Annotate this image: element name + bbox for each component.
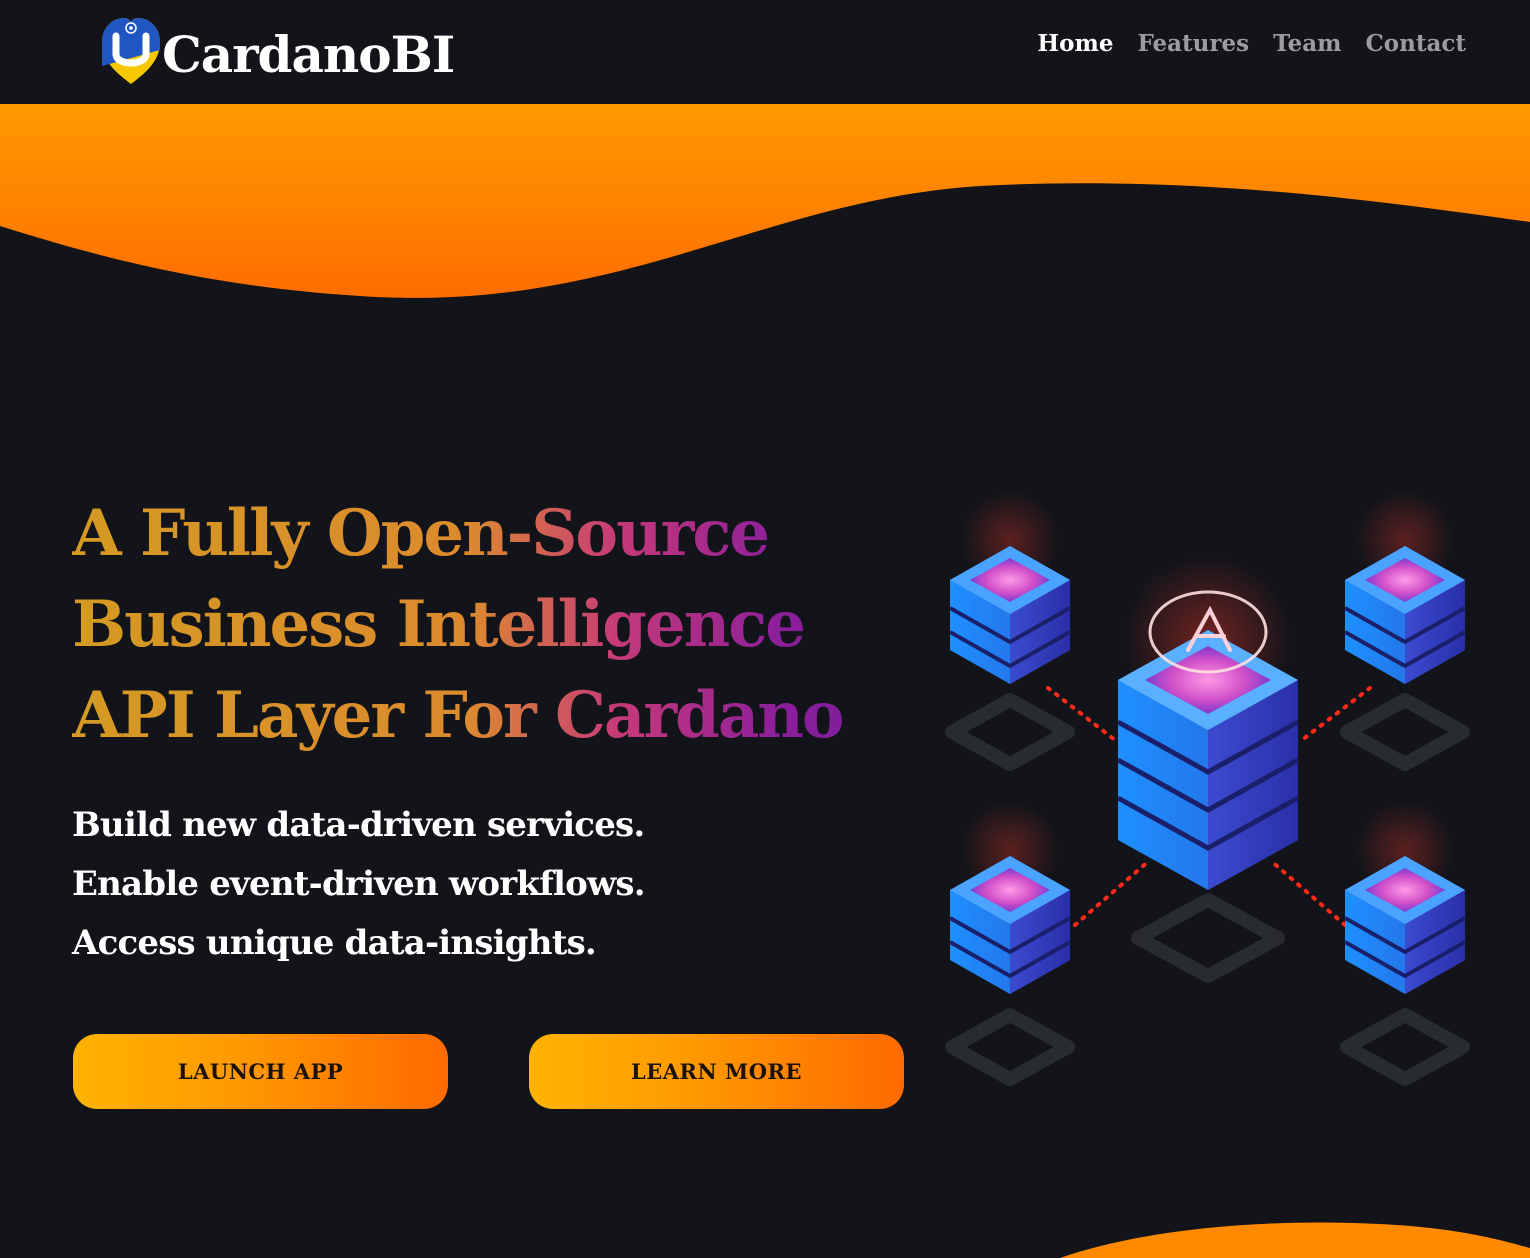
bottom-wave-decoration <box>1060 1222 1530 1258</box>
nav-contact[interactable]: Contact <box>1365 30 1466 57</box>
hero-subtitle-line-2: Enable event-driven workflows. <box>72 864 646 904</box>
server-center <box>1116 555 1300 890</box>
hero-title-line-3: API Layer For Cardano <box>72 678 843 753</box>
nav-features[interactable]: Features <box>1137 30 1249 57</box>
nav-home[interactable]: Home <box>1037 30 1113 57</box>
main-nav: Home Features Team Contact <box>1037 30 1466 57</box>
top-wave-decoration <box>0 104 1530 298</box>
heart-logo-icon <box>100 14 162 86</box>
hero-subtitle-line-1: Build new data-driven services. <box>72 805 645 845</box>
learn-more-button[interactable]: LEARN MORE <box>529 1034 904 1109</box>
server-network-illustration <box>945 490 1470 1086</box>
server-bottom-right <box>1344 800 1466 994</box>
nav-team[interactable]: Team <box>1273 30 1341 57</box>
hero-title-line-1: A Fully Open-Source <box>72 496 769 571</box>
hero-subtitle-line-3: Access unique data-insights. <box>72 923 597 963</box>
hero-title-line-2: Business Intelligence <box>72 587 804 662</box>
logo[interactable]: CardanoBI <box>100 10 520 90</box>
hero-subtitle: Build new data-driven services. Enable e… <box>72 796 892 973</box>
server-bottom-left <box>949 800 1071 994</box>
logo-text: CardanoBI <box>162 24 455 84</box>
server-top-left <box>949 490 1071 684</box>
server-top-right <box>1344 490 1466 684</box>
hero-title: A Fully Open-Source Business Intelligenc… <box>72 488 952 761</box>
launch-app-button[interactable]: LAUNCH APP <box>73 1034 448 1109</box>
page: CardanoBI Home Features Team Contact A F… <box>0 0 1530 1258</box>
site-header: CardanoBI Home Features Team Contact <box>0 0 1530 104</box>
